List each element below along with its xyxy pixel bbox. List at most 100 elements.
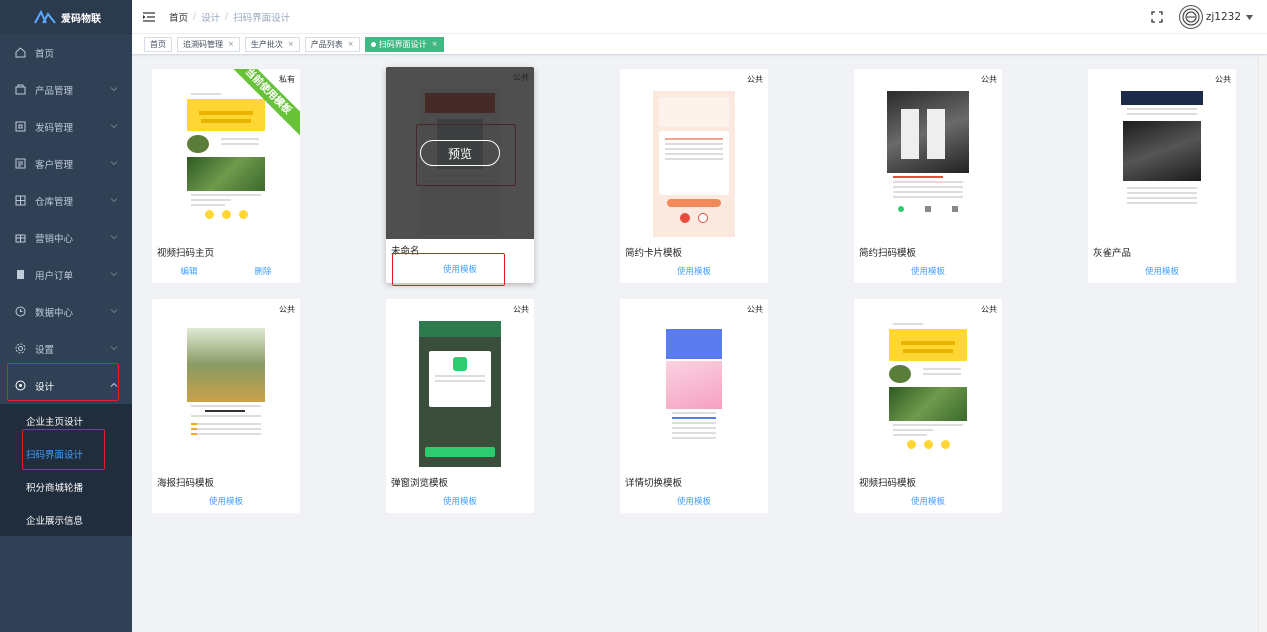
close-icon[interactable]: ×	[432, 40, 438, 48]
sidebar-item-marketing[interactable]: 营销中心	[0, 219, 132, 256]
chevron-down-icon	[110, 161, 118, 166]
visibility-badge: 公共	[513, 73, 529, 82]
phone-preview	[887, 315, 969, 461]
sidebar-item-codes[interactable]: 发码管理	[0, 108, 132, 145]
close-icon[interactable]: ×	[228, 40, 234, 48]
vertical-scrollbar[interactable]	[1258, 56, 1267, 632]
sidebar-item-design[interactable]: 设计	[0, 367, 132, 404]
template-thumbnail[interactable]	[1088, 69, 1236, 241]
template-title: 详情切换模板	[625, 478, 683, 489]
phone-preview	[185, 321, 267, 467]
use-template-button[interactable]: 使用模板	[443, 495, 477, 507]
preview-button[interactable]: 预览	[420, 140, 500, 166]
tag-batches[interactable]: 生产批次 ×	[244, 36, 300, 52]
chevron-down-icon	[110, 87, 118, 92]
template-card[interactable]: 公共 弹窗浏览模板 使用模板	[386, 299, 534, 513]
sidebar-subitem-label: 积分商城轮播	[26, 482, 84, 494]
template-card[interactable]: 公共 预览 未命名 使用模板	[386, 67, 534, 283]
template-thumbnail[interactable]	[854, 69, 1002, 241]
chevron-down-icon	[110, 272, 118, 277]
template-thumbnail[interactable]	[620, 299, 768, 471]
tag-label: 首页	[150, 39, 166, 49]
sidebar-item-customers[interactable]: 客户管理	[0, 145, 132, 182]
sidebar-item-label: 数据中心	[35, 307, 74, 319]
template-card[interactable]: 公共 简约卡片模板 使用模板	[620, 69, 768, 283]
sidebar-item-label: 发码管理	[35, 122, 74, 134]
avatar-icon	[1182, 8, 1200, 26]
close-icon[interactable]: ×	[348, 40, 354, 48]
sidebar-item-home[interactable]: 首页	[0, 34, 132, 71]
top-header: 首页 / 设计 / 扫码界面设计 zj1232	[132, 0, 1267, 34]
caret-down-icon[interactable]	[1246, 14, 1253, 20]
template-thumbnail[interactable]	[152, 299, 300, 471]
avatar[interactable]	[1178, 5, 1203, 29]
template-card[interactable]: 公共 详情切换模板 使用模板	[620, 299, 768, 513]
tags-view: 首页 追溯码管理 × 生产批次 × 产品列表 × 扫码界面设计 ×	[132, 34, 1267, 55]
sidebar-item-orders[interactable]: 用户订单	[0, 256, 132, 293]
breadcrumb-design: 设计	[201, 12, 221, 24]
phone-preview	[1121, 91, 1203, 237]
tag-products[interactable]: 产品列表 ×	[304, 36, 360, 52]
sidebar-item-warehouse[interactable]: 仓库管理	[0, 182, 132, 219]
sidebar-item-label: 客户管理	[35, 159, 74, 171]
template-card[interactable]: 当前使用模板 私有 视频扫码主页 编辑 删除	[152, 69, 300, 283]
tag-label: 生产批次	[250, 39, 283, 49]
template-thumbnail[interactable]	[620, 69, 768, 241]
tag-home[interactable]: 首页	[144, 36, 172, 52]
template-card[interactable]: 公共 灰雀产品 使用模板	[1088, 69, 1236, 283]
breadcrumb-separator: /	[225, 11, 229, 22]
sidebar-subitem-label: 扫码界面设计	[26, 449, 84, 461]
use-template-button[interactable]: 使用模板	[677, 495, 711, 507]
template-card[interactable]: 公共 海报扫码模板 使用模板	[152, 299, 300, 513]
tag-scan-design[interactable]: 扫码界面设计 ×	[364, 36, 444, 52]
sidebar-item-label: 用户订单	[35, 270, 74, 282]
sidebar-subitem-company-home[interactable]: 企业主页设计	[0, 404, 132, 437]
design-icon	[14, 380, 26, 392]
username[interactable]: zj1232	[1206, 11, 1241, 23]
sidebar-item-settings[interactable]: 设置	[0, 330, 132, 367]
hover-overlay: 预览	[386, 67, 534, 239]
template-title: 弹窗浏览模板	[391, 478, 449, 489]
template-thumbnail[interactable]	[386, 299, 534, 471]
use-template-button[interactable]: 使用模板	[1145, 265, 1179, 277]
tag-trace-codes[interactable]: 追溯码管理 ×	[177, 36, 240, 52]
sidebar-subitem-company-info[interactable]: 企业展示信息	[0, 503, 132, 536]
use-template-button[interactable]: 使用模板	[911, 265, 945, 277]
template-title: 简约卡片模板	[625, 248, 683, 259]
product-icon	[14, 84, 26, 96]
sidebar-item-products[interactable]: 产品管理	[0, 71, 132, 108]
fullscreen-icon[interactable]	[1151, 11, 1163, 23]
sidebar-item-label: 营销中心	[35, 233, 74, 245]
template-grid: 当前使用模板 私有 视频扫码主页 编辑 删除 公共 预览 未命名 使用模板 公共…	[132, 56, 1258, 632]
chevron-up-icon	[110, 382, 118, 387]
template-card[interactable]: 公共 简约扫码模板 使用模板	[854, 69, 1002, 283]
use-template-button[interactable]: 使用模板	[209, 495, 243, 507]
customer-icon	[14, 158, 26, 170]
app-logo[interactable]: 爱码物联	[0, 0, 132, 34]
delete-button[interactable]: 删除	[254, 265, 271, 277]
visibility-badge: 公共	[981, 75, 997, 84]
visibility-badge: 公共	[1215, 75, 1231, 84]
sidebar-subitem-label: 企业展示信息	[26, 515, 84, 527]
phone-preview	[419, 321, 501, 467]
template-title: 视频扫码主页	[157, 248, 215, 259]
phone-preview	[653, 91, 735, 237]
use-template-button[interactable]: 使用模板	[443, 263, 477, 275]
chevron-down-icon	[110, 346, 118, 351]
sidebar-subitem-points-carousel[interactable]: 积分商城轮播	[0, 470, 132, 503]
breadcrumb-home[interactable]: 首页	[169, 10, 188, 24]
sidebar-item-data[interactable]: 数据中心	[0, 293, 132, 330]
hamburger-icon[interactable]	[143, 11, 155, 22]
template-card[interactable]: 公共 视频扫码模板 使用模板	[854, 299, 1002, 513]
use-template-button[interactable]: 使用模板	[911, 495, 945, 507]
sidebar-item-label: 设计	[35, 381, 55, 393]
close-icon[interactable]: ×	[288, 40, 294, 48]
use-template-button[interactable]: 使用模板	[677, 265, 711, 277]
gear-icon	[14, 343, 26, 355]
sidebar-subitem-scan-page[interactable]: 扫码界面设计	[0, 437, 132, 470]
design-submenu: 企业主页设计 扫码界面设计 积分商城轮播 企业展示信息	[0, 404, 132, 536]
template-thumbnail[interactable]	[854, 299, 1002, 471]
active-dot-icon	[370, 41, 376, 47]
visibility-badge: 公共	[747, 75, 763, 84]
edit-button[interactable]: 编辑	[180, 265, 197, 277]
